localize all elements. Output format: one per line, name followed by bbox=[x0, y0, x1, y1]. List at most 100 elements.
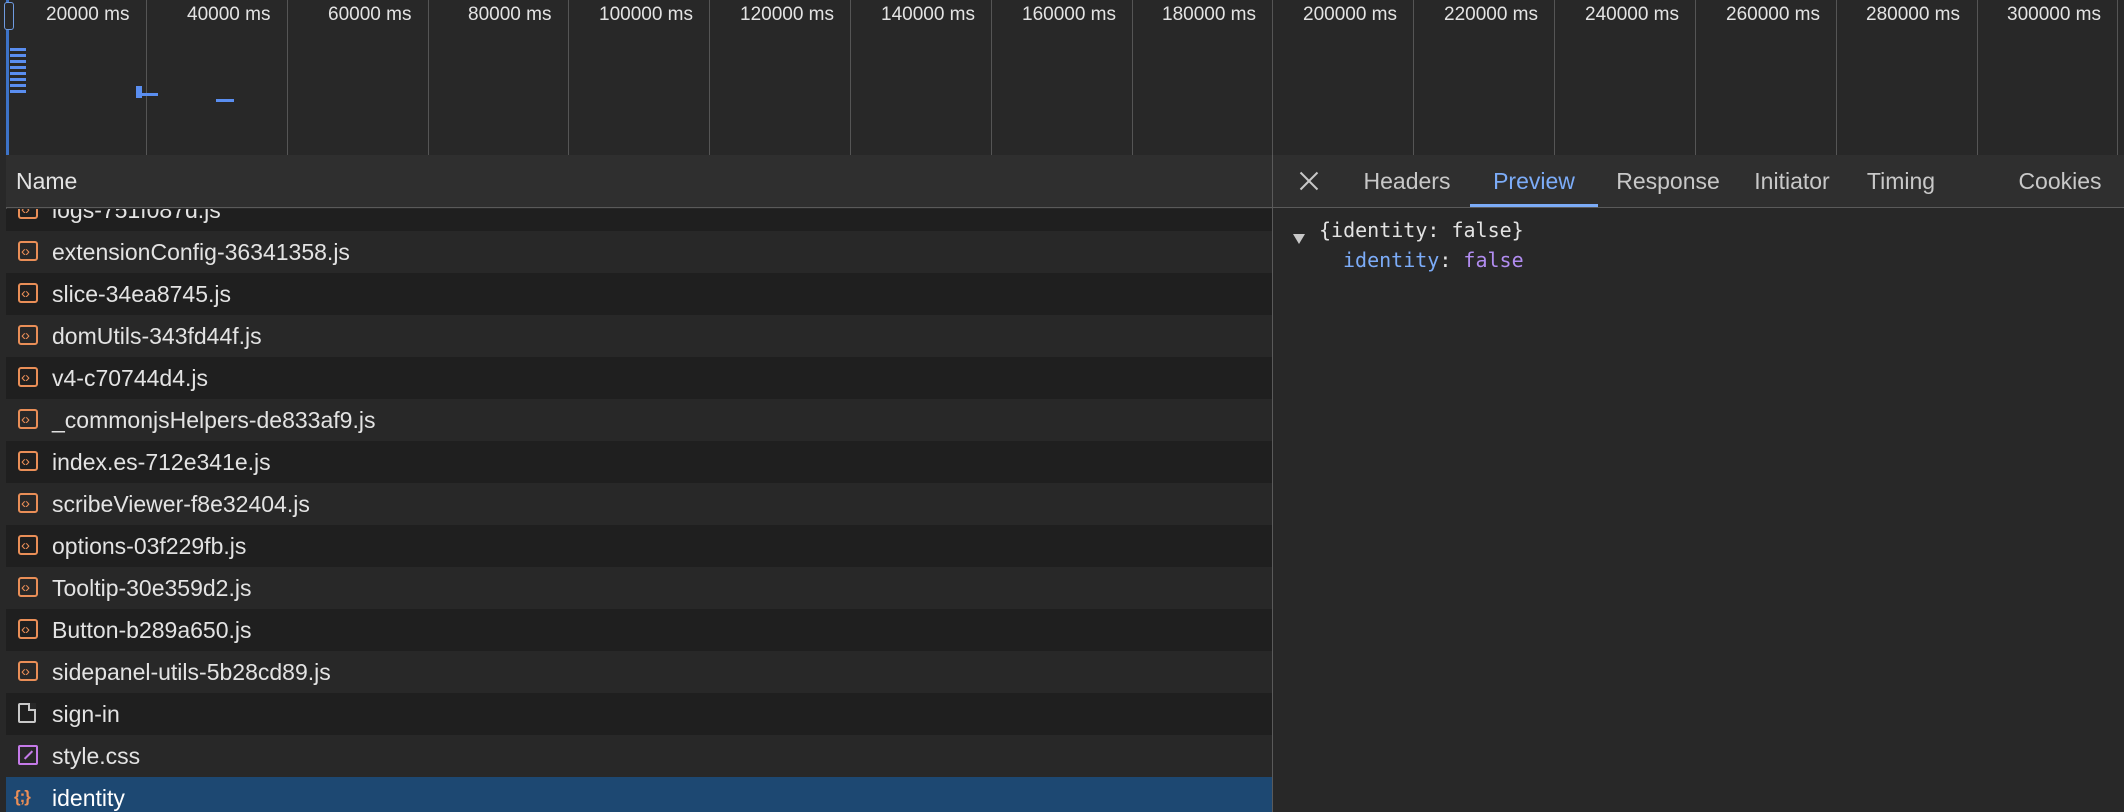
tab-response[interactable]: Response bbox=[1609, 155, 1727, 207]
script-icon bbox=[18, 231, 38, 273]
request-name: options-03f229fb.js bbox=[52, 533, 247, 559]
details-tabbar: Headers Preview Response Initiator Timin… bbox=[1273, 155, 2124, 208]
grid-line bbox=[991, 0, 992, 155]
tick-label: 120000 ms bbox=[740, 4, 835, 25]
request-row[interactable]: Button-b289a650.js bbox=[6, 609, 1272, 651]
tab-initiator[interactable]: Initiator bbox=[1742, 155, 1842, 207]
grid-line bbox=[1836, 0, 1837, 155]
script-icon bbox=[18, 567, 38, 609]
grid-line bbox=[709, 0, 710, 155]
tick-label: 180000 ms bbox=[1162, 4, 1257, 25]
request-row-selected[interactable]: identity bbox=[6, 777, 1272, 812]
request-rows[interactable]: logs-751f087d.js extensionConfig-3634135… bbox=[6, 209, 1272, 812]
script-icon bbox=[18, 483, 38, 525]
tick-label: 240000 ms bbox=[1585, 4, 1680, 25]
grid-line bbox=[1413, 0, 1414, 155]
request-bar bbox=[10, 54, 26, 57]
request-row[interactable]: domUtils-343fd44f.js bbox=[6, 315, 1272, 357]
request-name: sign-in bbox=[52, 701, 120, 727]
grid-line bbox=[568, 0, 569, 155]
request-name: index.es-712e341e.js bbox=[52, 449, 271, 475]
request-row[interactable]: style.css bbox=[6, 735, 1272, 777]
script-icon bbox=[18, 525, 38, 567]
tick-label: 20000 ms bbox=[46, 4, 130, 25]
tab-preview[interactable]: Preview bbox=[1470, 155, 1598, 207]
request-row[interactable]: sidepanel-utils-5b28cd89.js bbox=[6, 651, 1272, 693]
tree-root[interactable]: {identity: false} bbox=[1273, 218, 1673, 246]
request-row[interactable]: extensionConfig-36341358.js bbox=[6, 231, 1272, 273]
grid-line bbox=[287, 0, 288, 155]
request-name: domUtils-343fd44f.js bbox=[52, 323, 262, 349]
tick-label: 60000 ms bbox=[328, 4, 412, 25]
request-bar bbox=[10, 66, 26, 69]
script-icon bbox=[18, 273, 38, 315]
tick-label: 80000 ms bbox=[468, 4, 552, 25]
stylesheet-icon bbox=[18, 745, 38, 765]
request-row[interactable]: scribeViewer-f8e32404.js bbox=[6, 483, 1272, 525]
json-icon bbox=[14, 787, 38, 807]
tab-timing[interactable]: Timing bbox=[1857, 155, 1945, 207]
request-bar bbox=[10, 48, 26, 51]
request-row[interactable]: slice-34ea8745.js bbox=[6, 273, 1272, 315]
request-row[interactable]: v4-c70744d4.js bbox=[6, 357, 1272, 399]
request-name: logs-751f087d.js bbox=[52, 209, 221, 223]
script-icon bbox=[18, 399, 38, 441]
property-value: false bbox=[1463, 248, 1524, 272]
timeline-overview[interactable]: 20000 ms 40000 ms 60000 ms 80000 ms 1000… bbox=[0, 0, 2124, 156]
request-name: v4-c70744d4.js bbox=[52, 365, 208, 391]
request-details-panel: Headers Preview Response Initiator Timin… bbox=[1272, 155, 2124, 812]
object-summary: {identity: false} bbox=[1319, 218, 1524, 242]
grid-line bbox=[1554, 0, 1555, 155]
script-icon bbox=[18, 609, 38, 651]
request-bar bbox=[136, 86, 142, 98]
request-bar bbox=[10, 84, 26, 87]
request-row[interactable]: _commonjsHelpers-de833af9.js bbox=[6, 399, 1272, 441]
request-row[interactable]: logs-751f087d.js bbox=[6, 209, 1272, 231]
request-row[interactable]: Tooltip-30e359d2.js bbox=[6, 567, 1272, 609]
grid-line bbox=[146, 0, 147, 155]
script-icon bbox=[18, 357, 38, 399]
property-key: identity bbox=[1343, 248, 1440, 272]
request-name: style.css bbox=[52, 743, 141, 769]
tab-cookies[interactable]: Cookies bbox=[2005, 155, 2115, 207]
tick-label: 220000 ms bbox=[1444, 4, 1539, 25]
request-list-panel: Name logs-751f087d.js extensionConfig-36… bbox=[0, 155, 1272, 812]
request-name: Button-b289a650.js bbox=[52, 617, 252, 643]
grid-line bbox=[2117, 0, 2118, 155]
request-bar bbox=[10, 60, 26, 63]
request-bar bbox=[10, 72, 26, 75]
tick-label: 160000 ms bbox=[1022, 4, 1117, 25]
overview-range-handle[interactable] bbox=[4, 2, 14, 30]
tick-label: 300000 ms bbox=[2007, 4, 2102, 25]
expand-triangle-icon[interactable] bbox=[1293, 234, 1305, 244]
script-icon bbox=[18, 315, 38, 357]
property-separator: : bbox=[1439, 248, 1464, 272]
request-row[interactable]: options-03f229fb.js bbox=[6, 525, 1272, 567]
request-bar bbox=[216, 99, 234, 102]
request-bar bbox=[10, 90, 26, 93]
request-name: scribeViewer-f8e32404.js bbox=[52, 491, 310, 517]
request-row[interactable]: sign-in bbox=[6, 693, 1272, 735]
tick-label: 260000 ms bbox=[1726, 4, 1821, 25]
grid-line bbox=[1272, 0, 1273, 155]
tick-label: 140000 ms bbox=[881, 4, 976, 25]
script-icon bbox=[18, 651, 38, 693]
preview-pane: {identity: false} identity: false bbox=[1273, 208, 2124, 812]
name-column-header[interactable]: Name bbox=[6, 155, 1272, 208]
request-name: Tooltip-30e359d2.js bbox=[52, 575, 252, 601]
close-icon[interactable] bbox=[1295, 167, 1323, 195]
tab-headers[interactable]: Headers bbox=[1351, 155, 1463, 207]
request-bar bbox=[10, 78, 26, 81]
tick-label: 100000 ms bbox=[599, 4, 694, 25]
grid-line bbox=[1977, 0, 1978, 155]
tick-label: 40000 ms bbox=[187, 4, 271, 25]
document-icon bbox=[18, 703, 36, 723]
request-name: _commonjsHelpers-de833af9.js bbox=[52, 407, 376, 433]
grid-line bbox=[1695, 0, 1696, 155]
grid-line bbox=[850, 0, 851, 155]
grid-line bbox=[1132, 0, 1133, 155]
request-row[interactable]: index.es-712e341e.js bbox=[6, 441, 1272, 483]
request-name: sidepanel-utils-5b28cd89.js bbox=[52, 659, 331, 685]
tick-label: 200000 ms bbox=[1303, 4, 1398, 25]
request-name: slice-34ea8745.js bbox=[52, 281, 232, 307]
